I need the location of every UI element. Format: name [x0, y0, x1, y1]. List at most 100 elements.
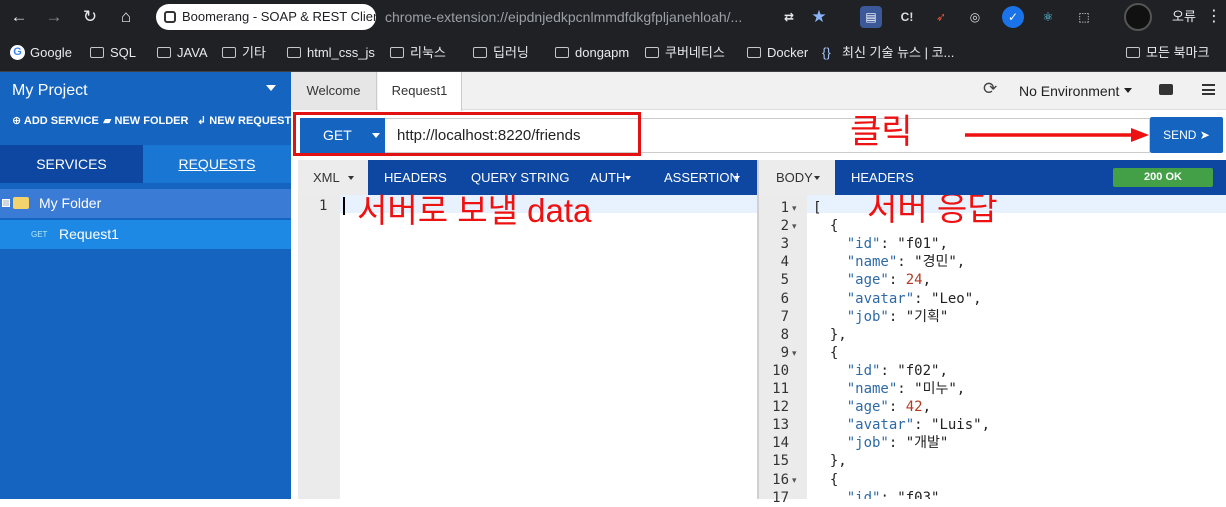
profile-avatar[interactable]	[1124, 3, 1152, 31]
line-number: 14	[772, 435, 789, 452]
folder-icon	[157, 47, 171, 58]
add-service-button[interactable]: ⊕ ADD SERVICE	[12, 114, 99, 127]
chevron-down-icon	[734, 176, 740, 180]
text-cursor	[343, 197, 345, 215]
line-number: 10	[772, 362, 789, 379]
reload-icon[interactable]: ↻	[78, 5, 102, 29]
bookmark-deep-learning[interactable]: 딥러닝	[473, 34, 529, 72]
swift-icon[interactable]: ➶	[930, 6, 952, 28]
tab-assertion[interactable]: ASSERTION	[664, 160, 739, 195]
chevron-down-icon[interactable]	[1124, 88, 1132, 93]
tab-xml[interactable]: XML	[298, 160, 368, 195]
line-number: 17	[772, 489, 789, 506]
tab-request1[interactable]: Request1	[378, 72, 462, 111]
line-number: 8	[780, 326, 789, 343]
forward-arrow-icon[interactable]: →	[42, 5, 66, 29]
fold-caret-icon[interactable]: ▾	[792, 217, 797, 235]
extension-note-icon[interactable]: ▤	[860, 6, 882, 28]
line-number: 7	[780, 308, 789, 325]
click-annotation: 클릭	[850, 113, 913, 151]
home-icon[interactable]: ⌂	[114, 5, 138, 29]
chat-icon[interactable]	[1159, 84, 1173, 95]
new-folder-button[interactable]: ▰ NEW FOLDER	[103, 114, 188, 127]
new-request-button[interactable]: ↲ NEW REQUEST	[197, 114, 291, 127]
project-title[interactable]: My Project	[12, 82, 88, 100]
code-line: {	[813, 471, 839, 488]
request-body-editor[interactable]: 서버로 보낼 data	[340, 192, 757, 499]
folder-icon	[473, 47, 487, 58]
response-body-viewer[interactable]: [ { "id": "f01", "name": "경민", "age": 24…	[807, 195, 1226, 499]
star-icon[interactable]: ★	[808, 6, 830, 28]
translate-icon[interactable]: ⇄	[778, 6, 800, 28]
tab-auth[interactable]: AUTH	[590, 160, 625, 195]
fold-caret-icon[interactable]: ▾	[792, 471, 797, 489]
bookmark-dongapm[interactable]: dongapm	[555, 34, 629, 72]
tab-query-string[interactable]: QUERY STRING	[471, 160, 569, 195]
address-bar[interactable]: chrome-extension://eipdnjedkpcnlmmdfdkgf…	[385, 0, 742, 34]
request-label: Request1	[59, 226, 119, 242]
browser-toolbar: ← → ↻ ⌂ Boomerang - SOAP & REST Client c…	[0, 0, 1226, 34]
bookmark-google[interactable]: G Google	[10, 34, 72, 72]
bookmark-java[interactable]: JAVA	[157, 34, 208, 72]
code-line: "name": "경민",	[846, 254, 966, 271]
environment-select[interactable]: No Environment	[1019, 72, 1119, 110]
folder-icon	[747, 47, 761, 58]
code-line: [	[813, 200, 822, 216]
code-line: {	[813, 344, 839, 361]
response-panel: BODY HEADERS 200 OK 1 ▾ 2 ▾ 3 4 5 6 7 8 9 ▾ 10 11 12 13…	[759, 160, 1226, 506]
folder-icon	[555, 47, 569, 58]
glasses-icon[interactable]: ◎	[964, 6, 986, 28]
bookmarks-bar: G Google SQL JAVA 기타 html_css_js 리눅스 딥러닝 …	[0, 34, 1226, 72]
tab-response-headers[interactable]: HEADERS	[851, 160, 914, 195]
line-number: 15	[772, 453, 789, 470]
bookmark-kubernetes[interactable]: 쿠버네티스	[645, 34, 725, 72]
line-number: 13	[772, 417, 789, 434]
code-line: "name": "미누",	[846, 381, 966, 397]
browser-tab[interactable]: Boomerang - SOAP & REST Client	[156, 4, 376, 30]
bookmark-linux[interactable]: 리눅스	[390, 34, 446, 72]
tab-welcome[interactable]: Welcome	[291, 72, 377, 110]
bookmark-sql[interactable]: SQL	[90, 34, 136, 72]
request-body-annotation: 서버로 보낼 data	[357, 192, 592, 229]
code-line: "avatar": "Luis",	[846, 417, 991, 434]
folder-label: My Folder	[39, 195, 102, 211]
folder-icon	[645, 47, 659, 58]
status-badge: 200 OK	[1113, 168, 1213, 187]
folder-item[interactable]: My Folder	[0, 189, 291, 218]
extension-ci-icon[interactable]: C!	[896, 6, 918, 28]
bookmark-tech-news[interactable]: {} 최신 기술 뉴스 | 코...	[822, 34, 954, 72]
puzzle-icon[interactable]: ⬚	[1073, 6, 1095, 28]
bookmark-html-css-js[interactable]: html_css_js	[287, 34, 375, 72]
line-number: 16	[772, 471, 789, 488]
request-method-badge: GET	[31, 230, 48, 239]
fold-caret-icon[interactable]: ▾	[792, 344, 797, 362]
request-item[interactable]: GET Request1	[0, 220, 291, 249]
react-icon[interactable]: ⚛	[1037, 6, 1059, 28]
check-icon[interactable]: ✓	[1002, 6, 1024, 28]
profile-status[interactable]: 오류	[1172, 0, 1196, 34]
bookmark-all[interactable]: 모든 북마크	[1126, 34, 1209, 72]
tab-services[interactable]: SERVICES	[0, 145, 143, 183]
tab-headers[interactable]: HEADERS	[384, 160, 447, 195]
folder-icon	[1126, 47, 1140, 58]
back-arrow-icon[interactable]: ←	[7, 5, 31, 29]
code-line: "job": "기획"	[846, 308, 949, 325]
send-button[interactable]: SEND ➤	[1150, 117, 1223, 153]
tab-body[interactable]: BODY	[759, 160, 835, 195]
code-braces-icon: {}	[822, 45, 831, 60]
fold-caret-icon[interactable]: ▾	[792, 199, 797, 217]
menu-icon[interactable]	[1202, 84, 1215, 95]
bookmark-etc[interactable]: 기타	[222, 34, 266, 72]
refresh-icon[interactable]: ⟳	[983, 80, 1001, 98]
main-panel: Welcome Request1 ⟳ No Environment GET 클릭…	[291, 72, 1226, 506]
tab-requests[interactable]: REQUESTS	[143, 145, 291, 183]
collapse-toggle-icon[interactable]	[2, 199, 10, 207]
code-line: },	[813, 326, 847, 343]
code-line: "id": "f01",	[846, 236, 948, 253]
bookmark-docker[interactable]: Docker	[747, 34, 808, 72]
code-line: "job": "개발"	[846, 435, 949, 452]
more-vert-icon[interactable]: ⋮	[1206, 0, 1222, 34]
chevron-down-icon	[348, 176, 354, 180]
tab-title: Boomerang - SOAP & REST Client	[182, 9, 376, 24]
chevron-down-icon[interactable]	[266, 85, 276, 91]
